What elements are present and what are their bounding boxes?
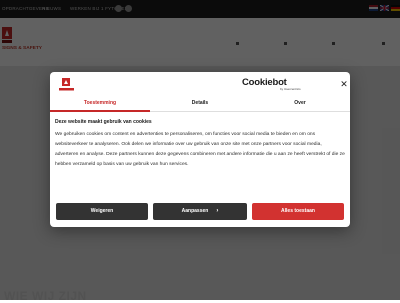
- cookie-dialog: Cookiebot by Usercentrics ✕ Toestemming …: [50, 72, 350, 227]
- active-tab-indicator: [50, 110, 150, 112]
- consent-tabs: Toestemming Details Over: [50, 96, 350, 112]
- chevron-right-icon: ›: [216, 208, 219, 214]
- cookiebot-subtitle: by Usercentrics: [280, 87, 301, 91]
- deny-button[interactable]: Weigeren: [56, 203, 148, 220]
- consent-heading: Deze website maakt gebruik van cookies: [55, 119, 152, 125]
- allow-all-button[interactable]: Alles toestaan: [252, 203, 344, 220]
- consent-body: We gebruiken cookies om content en adver…: [55, 132, 345, 167]
- customize-button[interactable]: Aanpassen ›: [153, 203, 247, 220]
- customize-label: Aanpassen: [181, 208, 209, 214]
- tab-toestemming[interactable]: Toestemming: [50, 96, 150, 111]
- cookiebot-logo: Cookiebot by Usercentrics: [242, 77, 332, 93]
- tab-over[interactable]: Over: [250, 96, 350, 111]
- close-icon[interactable]: ✕: [340, 80, 348, 89]
- consent-content: Deze website maakt gebruik van cookies W…: [55, 119, 345, 170]
- tab-details[interactable]: Details: [150, 96, 250, 111]
- site-logo-icon: [59, 78, 74, 91]
